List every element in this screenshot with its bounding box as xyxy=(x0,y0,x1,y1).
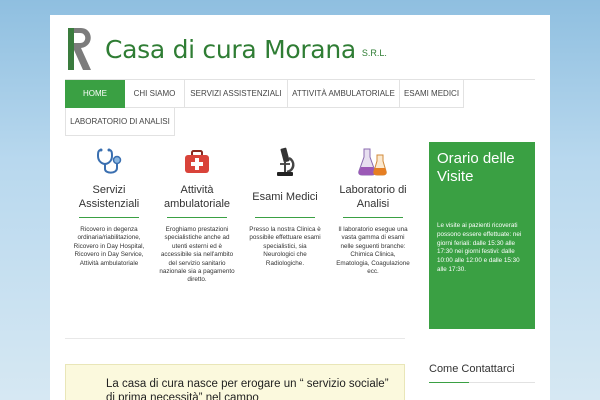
logo-mark-icon xyxy=(65,24,99,74)
service-description: Il laboratorio esegue una vasta gamma di… xyxy=(336,226,410,276)
service-title: Attività ambulatoriale xyxy=(163,184,231,210)
service-description: Ricovero in degenza ordinaria/riabilitaz… xyxy=(73,226,145,267)
service-esami-medici[interactable]: Esami Medici Presso la nostra Clinica è … xyxy=(241,145,329,285)
intro-notice: La casa di cura nasce per erogare un “ s… xyxy=(65,364,405,400)
flasks-icon xyxy=(329,145,417,179)
main-nav: HOME CHI SIAMO SERVIZI ASSISTENZIALI ATT… xyxy=(65,79,535,136)
stethoscope-icon xyxy=(65,145,153,179)
service-title: Laboratorio di Analisi xyxy=(339,184,407,210)
site-logo[interactable]: Casa di cura Morana S.R.L. xyxy=(65,21,387,77)
service-title: Servizi Assistenziali xyxy=(78,184,140,210)
service-laboratorio-di-analisi[interactable]: Laboratorio di Analisi Il laboratorio es… xyxy=(329,145,417,285)
nav-item-laboratorio-di-analisi[interactable]: LABORATORIO DI ANALISI xyxy=(65,108,175,136)
contact-heading-underline xyxy=(429,382,535,383)
nav-item-attivita-ambulatoriale[interactable]: ATTIVITÀ AMBULATORIALE xyxy=(288,80,400,108)
page-container: Casa di cura Morana S.R.L. HOME CHI SIAM… xyxy=(50,15,550,400)
services-row: Servizi Assistenziali Ricovero in degenz… xyxy=(65,145,420,285)
brand-name: Casa di cura Morana xyxy=(105,34,356,64)
microscope-icon xyxy=(241,145,329,179)
service-servizi-assistenziali[interactable]: Servizi Assistenziali Ricovero in degenz… xyxy=(65,145,153,285)
service-attivita-ambulatoriale[interactable]: Attività ambulatoriale Eroghiamo prestaz… xyxy=(153,145,241,285)
nav-row-1: HOME CHI SIAMO SERVIZI ASSISTENZIALI ATT… xyxy=(65,80,535,108)
service-underline xyxy=(79,217,139,218)
first-aid-kit-icon xyxy=(153,145,241,179)
service-title: Esami Medici xyxy=(252,191,318,203)
service-underline xyxy=(167,217,227,218)
content-divider xyxy=(65,338,405,339)
intro-notice-text: La casa di cura nasce per erogare un “ s… xyxy=(106,378,389,400)
nav-item-home[interactable]: HOME xyxy=(65,80,125,108)
nav-item-chi-siamo[interactable]: CHI SIAMO xyxy=(125,80,185,108)
service-underline xyxy=(343,217,403,218)
visiting-hours-box: Orario delle Visite Le visite ai pazient… xyxy=(429,142,535,329)
nav-item-servizi-assistenziali[interactable]: SERVIZI ASSISTENZIALI xyxy=(185,80,288,108)
service-description: Presso la nostra Clinica è possibile eff… xyxy=(249,226,321,267)
service-underline xyxy=(255,217,315,218)
nav-row-2: LABORATORIO DI ANALISI xyxy=(65,108,535,136)
brand-suffix: S.R.L. xyxy=(361,48,387,58)
visiting-hours-title: Orario delle Visite xyxy=(437,150,515,185)
nav-item-esami-medici[interactable]: ESAMI MEDICI xyxy=(400,80,464,108)
service-description: Eroghiamo prestazioni specialistiche anc… xyxy=(159,226,235,284)
contact-heading: Come Contattarci xyxy=(429,363,515,375)
visiting-hours-text: Le visite ai pazienti ricoverati possono… xyxy=(437,222,522,273)
